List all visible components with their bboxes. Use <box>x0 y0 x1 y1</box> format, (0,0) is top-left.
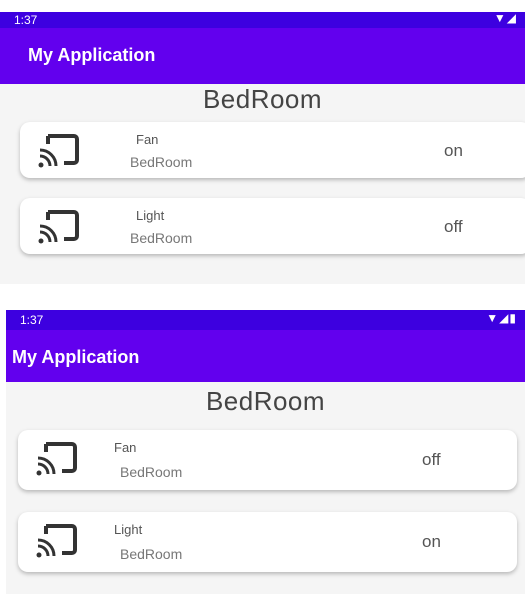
device-card-fan[interactable]: Fan BedRoom on <box>20 122 525 178</box>
device-room: BedRoom <box>130 230 193 246</box>
device-name: Light <box>136 208 165 223</box>
device-room: BedRoom <box>130 154 193 170</box>
device-state[interactable]: on <box>444 141 463 161</box>
signal-icons: ▼◢▮ <box>486 311 517 325</box>
device-name: Light <box>114 522 143 537</box>
device-card-light[interactable]: Light BedRoom off <box>20 198 525 254</box>
screenshot-top: 1:37 ▼◢ My Application BedRoom Fan BedRo… <box>0 12 525 284</box>
cast-icon <box>36 524 77 558</box>
room-title: BedRoom <box>205 386 326 416</box>
cast-icon <box>38 134 79 168</box>
device-room: BedRoom <box>120 464 183 480</box>
status-time: 1:37 <box>20 313 44 327</box>
app-bar: My Application <box>6 330 525 382</box>
device-card-light[interactable]: Light BedRoom on <box>18 512 517 572</box>
app-bar: My Application <box>0 28 525 84</box>
status-bar: 1:37 ▼◢▮ <box>6 310 525 330</box>
device-room: BedRoom <box>120 546 183 562</box>
app-title: My Application <box>12 347 140 367</box>
device-state[interactable]: on <box>422 532 441 552</box>
room-title: BedRoom <box>202 84 323 114</box>
cast-icon <box>38 210 79 244</box>
status-time: 1:37 <box>14 13 38 27</box>
screenshot-bottom: 1:37 ▼◢▮ My Application BedRoom Fan BedR… <box>6 310 525 594</box>
device-name: Fan <box>136 132 159 147</box>
app-title: My Application <box>28 45 156 65</box>
device-card-fan[interactable]: Fan BedRoom off <box>18 430 517 490</box>
device-state[interactable]: off <box>422 450 441 470</box>
status-bar: 1:37 ▼◢ <box>0 12 525 28</box>
signal-icons: ▼◢ <box>493 12 517 25</box>
device-name: Fan <box>114 440 137 455</box>
device-state[interactable]: off <box>444 217 463 237</box>
cast-icon <box>36 442 77 476</box>
